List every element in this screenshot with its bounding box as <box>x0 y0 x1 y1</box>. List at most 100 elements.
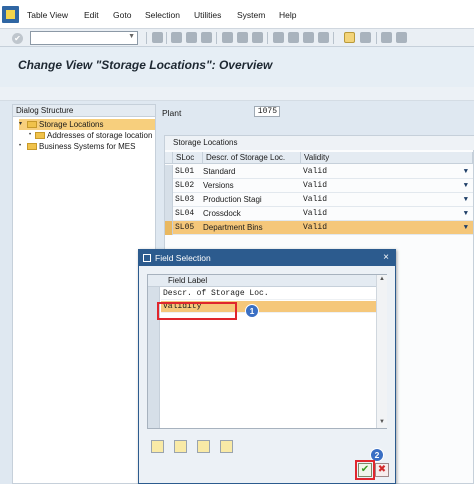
tree-item-addresses[interactable]: • Addresses of storage location <box>19 130 155 141</box>
row-selector[interactable] <box>165 221 173 235</box>
close-icon[interactable]: × <box>383 250 389 266</box>
folder-open-icon <box>27 121 37 128</box>
row-selector[interactable] <box>165 165 173 179</box>
dropdown-arrow-icon[interactable]: ▼ <box>464 194 468 206</box>
step-badge-1: 1 <box>245 304 259 318</box>
row-selector[interactable] <box>165 207 173 221</box>
column-header-validity[interactable]: Validity <box>301 152 473 164</box>
menu-goto[interactable]: Goto <box>113 10 131 20</box>
tree-item-storage-locations[interactable]: ▾ Storage Locations <box>19 119 155 130</box>
validity-dropdown[interactable]: Valid ▼ <box>301 166 471 178</box>
tree-item-label: Addresses of storage location <box>47 131 153 140</box>
field-list: Field Label Descr. of Storage Loc. Valid… <box>147 274 387 429</box>
validity-value: Valid <box>303 181 328 190</box>
shortcut-icon[interactable] <box>360 32 371 43</box>
help-icon[interactable] <box>381 32 392 43</box>
field-selection-dialog: Field Selection × Field Label Descr. of … <box>138 249 396 484</box>
column-header-sloc[interactable]: SLoc <box>173 152 203 164</box>
enter-icon[interactable]: ✔ <box>12 33 23 44</box>
next-page-icon[interactable] <box>303 32 314 43</box>
toolbar-separator <box>376 32 377 44</box>
cancel-icon[interactable] <box>201 32 212 43</box>
move-down-icon[interactable] <box>197 440 210 453</box>
previous-page-icon[interactable] <box>288 32 299 43</box>
table-row[interactable]: SL01 Standard Valid ▼ <box>165 165 473 179</box>
dropdown-arrow-icon[interactable]: ▼ <box>464 166 468 178</box>
dialog-title-bar: Field Selection × <box>139 250 395 266</box>
description-cell: Crossdock <box>203 209 241 218</box>
field-row-description[interactable]: Descr. of Storage Loc. <box>161 288 376 300</box>
scroll-up-icon[interactable]: ▲ <box>379 276 385 282</box>
find-icon[interactable] <box>237 32 248 43</box>
expand-arrow-icon[interactable]: ▾ <box>19 119 22 130</box>
sloc-cell: SL04 <box>175 209 195 218</box>
sloc-cell: SL02 <box>175 181 195 190</box>
page-title: Change View "Storage Locations": Overvie… <box>18 58 273 72</box>
row-selector[interactable] <box>165 179 173 193</box>
menu-help[interactable]: Help <box>279 10 296 20</box>
menu-edit[interactable]: Edit <box>84 10 99 20</box>
menu-table-view[interactable]: Table View <box>27 10 68 20</box>
vertical-scrollbar[interactable]: ▲ ▼ <box>376 275 387 428</box>
validity-value: Valid <box>303 167 328 176</box>
cancel-x-icon: ✖ <box>377 464 387 475</box>
menu-system[interactable]: System <box>237 10 265 20</box>
validity-value: Valid <box>303 223 328 232</box>
print-icon[interactable] <box>222 32 233 43</box>
command-field[interactable]: ▼ <box>30 31 138 45</box>
plant-field: 1075 <box>254 106 280 117</box>
validity-dropdown[interactable]: Valid ▼ <box>301 222 471 234</box>
new-session-icon[interactable] <box>344 32 355 43</box>
table-row[interactable]: SL03 Production Stagi Valid ▼ <box>165 193 473 207</box>
column-header-description[interactable]: Descr. of Storage Loc. <box>203 152 301 164</box>
menu-selection[interactable]: Selection <box>145 10 180 20</box>
find-next-icon[interactable] <box>252 32 263 43</box>
confirm-button[interactable]: ✔ <box>358 463 372 477</box>
dropdown-arrow-icon[interactable]: ▼ <box>464 208 468 220</box>
first-page-icon[interactable] <box>273 32 284 43</box>
validity-dropdown[interactable]: Valid ▼ <box>301 180 471 192</box>
folder-icon <box>27 143 37 150</box>
layout-menu-icon[interactable] <box>396 32 407 43</box>
save-icon[interactable] <box>152 32 163 43</box>
dropdown-arrow-icon[interactable]: ▼ <box>464 222 468 234</box>
table-row[interactable]: SL02 Versions Valid ▼ <box>165 179 473 193</box>
validity-highlight-box <box>157 302 237 320</box>
check-icon: ✔ <box>360 464 370 475</box>
last-page-icon[interactable] <box>318 32 329 43</box>
move-up-icon[interactable] <box>174 440 187 453</box>
sloc-cell: SL03 <box>175 195 195 204</box>
tree-item-business-systems[interactable]: • Business Systems for MES <box>19 141 155 152</box>
cancel-button[interactable]: ✖ <box>375 463 389 477</box>
tree-bullet-icon: • <box>19 143 22 149</box>
select-all-cell[interactable] <box>165 152 173 164</box>
dialog-structure-panel: Dialog Structure ▾ Storage Locations • A… <box>12 104 156 484</box>
table-row[interactable]: SL04 Crossdock Valid ▼ <box>165 207 473 221</box>
row-selector[interactable] <box>165 193 173 207</box>
toolbar-separator <box>216 32 217 44</box>
tree-item-label: Business Systems for MES <box>39 142 136 151</box>
move-top-icon[interactable] <box>151 440 164 453</box>
menu-utilities[interactable]: Utilities <box>194 10 221 20</box>
tree-item-label: Storage Locations <box>39 120 104 129</box>
command-dropdown-icon[interactable]: ▼ <box>128 33 135 40</box>
sloc-cell: SL01 <box>175 167 195 176</box>
validity-value: Valid <box>303 195 328 204</box>
validity-dropdown[interactable]: Valid ▼ <box>301 208 471 220</box>
description-cell: Production Stagi <box>203 195 262 204</box>
dialog-structure-header: Dialog Structure <box>13 105 155 117</box>
description-cell: Standard <box>203 167 236 176</box>
toolbar-separator <box>267 32 268 44</box>
folder-icon <box>35 132 45 139</box>
move-bottom-icon[interactable] <box>220 440 233 453</box>
application-toolbar <box>0 87 474 101</box>
back-icon[interactable] <box>171 32 182 43</box>
exit-icon[interactable] <box>186 32 197 43</box>
table-row-selected[interactable]: SL05 Department Bins Valid ▼ <box>165 221 473 235</box>
validity-dropdown[interactable]: Valid ▼ <box>301 194 471 206</box>
tree-bullet-icon: • <box>29 132 32 138</box>
dropdown-arrow-icon[interactable]: ▼ <box>464 180 468 192</box>
sap-menu-icon[interactable] <box>2 6 19 23</box>
scroll-down-icon[interactable]: ▼ <box>379 419 385 425</box>
description-cell: Department Bins <box>203 223 263 232</box>
